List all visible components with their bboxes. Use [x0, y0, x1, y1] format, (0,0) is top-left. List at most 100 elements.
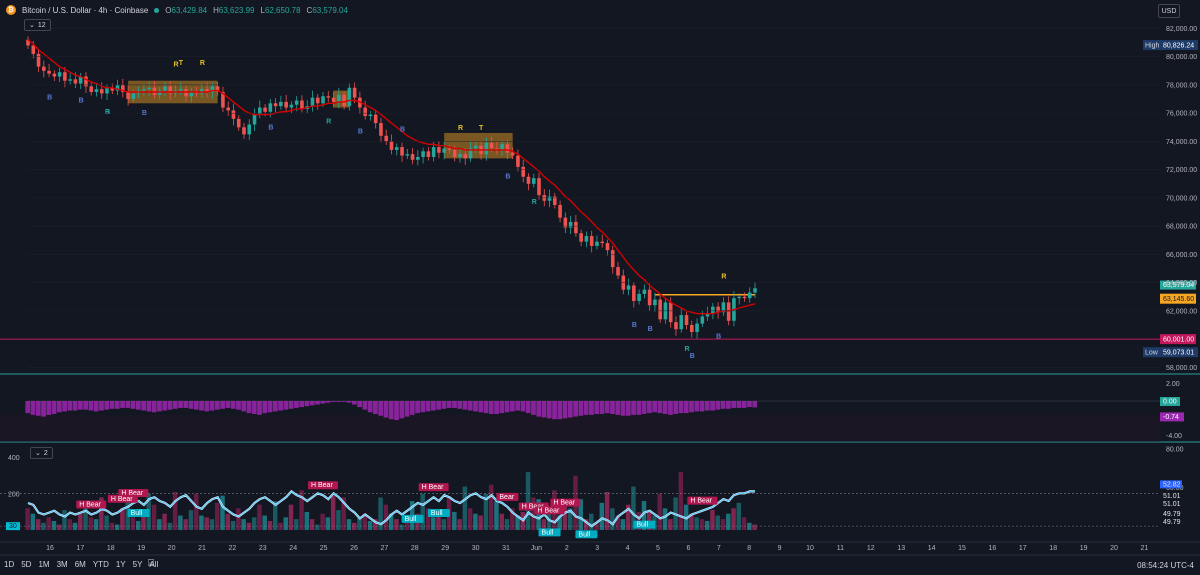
candle-body [263, 107, 267, 112]
time-axis-label: 17 [1019, 545, 1027, 552]
osc-bar [636, 401, 642, 415]
price-tick-label: 74,000.00 [1166, 139, 1197, 146]
time-axis-label: 24 [289, 545, 297, 552]
range-5d[interactable]: 5D [21, 560, 31, 569]
divergence-label: H Bear [690, 498, 712, 505]
candle-body [368, 114, 373, 117]
volume-bar [67, 519, 72, 530]
calendar-icon[interactable]: ⌸ [148, 558, 154, 569]
volume-bar [30, 513, 36, 530]
volume-bar [35, 519, 41, 530]
signal-marker: R [721, 273, 726, 280]
price-tick-label: 68,000.00 [1166, 224, 1197, 231]
price-tick-label: 58,000.00 [1166, 365, 1197, 372]
range-ytd[interactable]: YTD [93, 560, 109, 569]
time-axis-label: 8 [747, 545, 751, 552]
candle-body [342, 94, 346, 107]
osc-bar [46, 401, 52, 415]
osc-bar [715, 401, 721, 410]
osc-bar [383, 401, 389, 418]
currency-button[interactable]: USD [1158, 4, 1180, 18]
range-1m[interactable]: 1M [38, 560, 49, 569]
volume-bar [251, 517, 257, 530]
candle-body [742, 296, 747, 299]
osc-bar [520, 401, 526, 412]
range-3m[interactable]: 3M [57, 560, 68, 569]
candle-body [315, 97, 320, 104]
osc-bar [531, 401, 536, 415]
candle-body [384, 135, 389, 142]
osc-bar [546, 401, 552, 419]
signal-marker: T [479, 125, 484, 132]
volume-bar [130, 517, 136, 530]
time-axis-label: 17 [77, 545, 85, 552]
signal-marker: B [505, 174, 510, 181]
candle-body [126, 92, 130, 100]
time-axis-label: 25 [320, 545, 328, 552]
candle-body [674, 322, 678, 330]
osc-bar [589, 401, 594, 415]
time-axis-label: 18 [107, 545, 115, 552]
range-1y[interactable]: 1Y [116, 560, 126, 569]
candle-body [668, 302, 673, 323]
candle-body [437, 147, 441, 153]
osc-bar [668, 401, 673, 415]
osc-bar [457, 401, 463, 409]
candle-body [700, 316, 705, 324]
osc-bar [251, 401, 257, 414]
volume-bar [114, 524, 120, 530]
candle-body [36, 53, 41, 67]
open-value: 63,429.84 [171, 5, 208, 15]
low-value-label: 59,073.01 [1163, 350, 1194, 357]
osc-bar [436, 401, 442, 410]
range-6m[interactable]: 6M [75, 560, 86, 569]
osc-bar [304, 401, 310, 407]
osc-bar [425, 401, 431, 412]
osc-bar [399, 401, 405, 419]
osc-bar [230, 401, 236, 409]
time-axis-label: 13 [897, 545, 905, 552]
osc-bar [188, 401, 194, 409]
candle-body [584, 236, 589, 242]
volume-bar [157, 519, 162, 530]
osc-bar [146, 401, 152, 412]
osc-bar [93, 401, 99, 412]
range-5y[interactable]: 5Y [133, 560, 143, 569]
volume-bar [62, 510, 67, 530]
candle-body [31, 45, 36, 54]
clock[interactable]: 08:54:24 UTC-4 [1137, 561, 1194, 570]
candle-body [163, 86, 167, 91]
trading-chart[interactable]: 60,001.00 High 80,826.24 Low 59,073.01 63,145… [0, 0, 1200, 575]
osc-bar [704, 401, 710, 411]
osc-bar [283, 401, 289, 410]
high-label: High [1145, 43, 1160, 50]
osc-bar [752, 401, 758, 408]
indicators-toggle[interactable]: ⌄ 12 [24, 19, 51, 31]
signal-marker: B [358, 129, 363, 136]
time-axis-label: 3 [595, 545, 599, 552]
volume-bar [525, 472, 531, 530]
osc-bar [657, 401, 663, 414]
symbol-title[interactable]: Bitcoin / U.S. Dollar · 4h · Coinbase [22, 6, 148, 15]
volume-bar [230, 520, 236, 530]
candle-body [410, 154, 415, 160]
bitcoin-icon: ₿ [6, 5, 16, 15]
volume-bar [320, 513, 325, 530]
osc-bar [726, 401, 731, 409]
osc-bar [499, 401, 505, 414]
time-axis-label: 31 [502, 545, 510, 552]
candle-body [289, 104, 294, 108]
volume-bar [236, 508, 241, 530]
divergence-label: Bull [131, 510, 143, 517]
candle-body [537, 178, 541, 196]
volume-bar [620, 519, 626, 530]
osc-bar [741, 401, 747, 408]
candle-body [463, 154, 468, 159]
time-axis-label: 2 [565, 545, 569, 552]
osc-bar [209, 401, 215, 411]
osc-bar [151, 401, 157, 413]
time-axis-label: 19 [137, 545, 145, 552]
candle-body [373, 114, 378, 124]
range-1d[interactable]: 1D [4, 560, 14, 569]
pane-indicators-toggle[interactable]: ⌄ 2 [30, 447, 53, 459]
